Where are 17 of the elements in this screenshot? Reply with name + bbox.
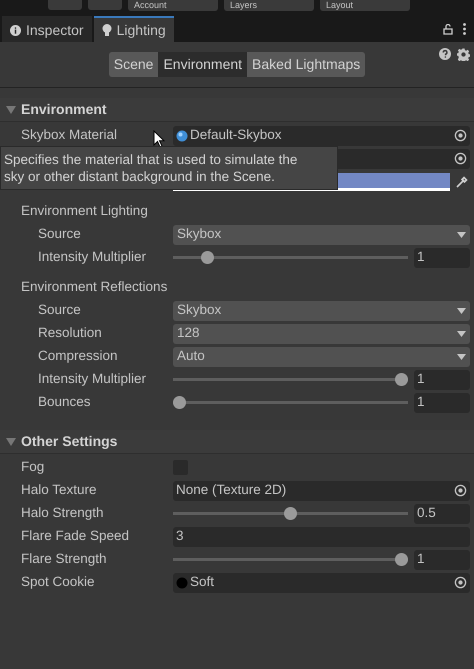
field-label: Fog (21, 459, 44, 474)
field-label: Bounces (38, 394, 91, 410)
field-label: Source (38, 302, 81, 318)
tooltip: Specifies the material that is used to simulate the sky or other distant background in the Scene. (0, 146, 338, 190)
field-label: Spot Cookie (21, 574, 95, 590)
field-label: Resolution (38, 325, 102, 340)
field-label: Source (38, 226, 81, 242)
group-label: Environment Reflections (20, 278, 168, 296)
field-label: Skybox Material (21, 127, 118, 142)
field-label: Compression (38, 348, 118, 364)
field-label: Halo Texture (21, 482, 97, 498)
field-label: Halo Strength (21, 505, 104, 520)
group-label: Environment Lighting (20, 202, 148, 220)
field-label: Intensity Multiplier (38, 371, 146, 386)
field-label: Flare Fade Speed (21, 528, 130, 544)
field-label: Flare Strength (21, 551, 107, 566)
field-label: Intensity Multiplier (38, 249, 146, 264)
